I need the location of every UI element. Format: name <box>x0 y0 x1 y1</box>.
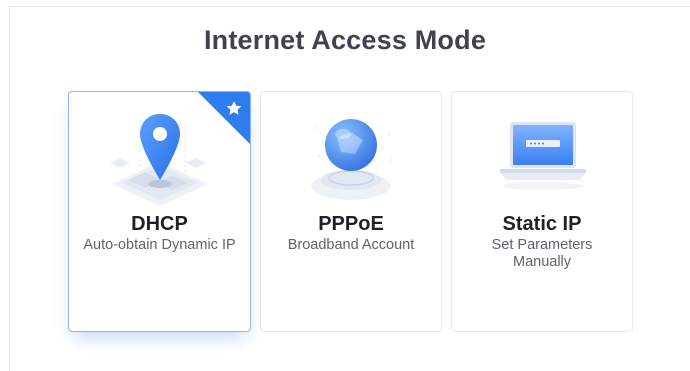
mode-name: Static IP <box>502 213 582 235</box>
static-ip-illustration <box>452 92 632 210</box>
mode-card-static-ip[interactable]: Static IP Set Parameters Manually <box>451 91 633 332</box>
mode-card-dhcp[interactable]: DHCP Auto-obtain Dynamic IP <box>68 91 251 332</box>
svg-text:1: 1 <box>387 131 391 138</box>
svg-text:0: 0 <box>381 145 385 152</box>
svg-text:1: 1 <box>317 153 321 160</box>
mode-description: Auto-obtain Dynamic IP <box>83 237 236 253</box>
page-title: Internet Access Mode <box>203 25 487 55</box>
mode-name: PPPoE <box>318 213 384 235</box>
svg-text:0: 0 <box>321 139 325 146</box>
mode-description: Set Parameters Manually <box>491 237 593 270</box>
mode-card-pppoe[interactable]: 101 011 PPPoE Broadband Account <box>260 91 442 332</box>
pppoe-illustration: 101 011 <box>261 92 441 210</box>
selected-badge <box>198 92 250 144</box>
mode-name: DHCP <box>131 213 188 235</box>
mode-description: Broadband Account <box>287 237 415 253</box>
svg-text:1: 1 <box>313 125 317 132</box>
svg-text:1: 1 <box>389 157 393 164</box>
